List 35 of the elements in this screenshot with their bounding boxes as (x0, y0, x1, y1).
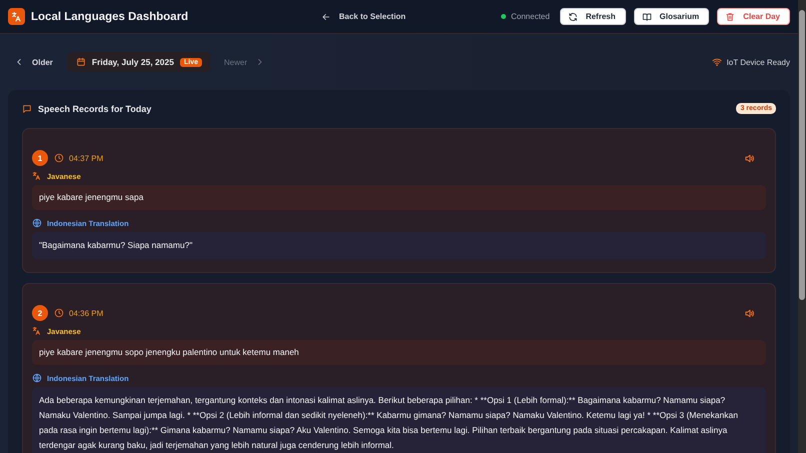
scrollbar[interactable] (798, 0, 806, 453)
app-title: Local Languages Dashboard (31, 10, 188, 22)
translation-text: "Bagaimana kabarmu? Siapa namamu?" (32, 232, 766, 259)
refresh-icon (568, 12, 578, 22)
calendar-icon (76, 57, 86, 67)
app-logo-icon (8, 8, 25, 25)
arrow-left-icon (321, 12, 331, 22)
panel-title: Speech Records for Today (38, 104, 152, 114)
trash-icon (725, 12, 736, 22)
globe-icon (32, 373, 42, 383)
record-number: 2 (32, 305, 48, 321)
date-text: Friday, July 25, 2025 (92, 57, 174, 67)
record-time: 04:36 PM (69, 308, 104, 318)
status-label: Connected (511, 12, 550, 21)
book-icon (642, 12, 652, 22)
source-text: piye kabare jenengmu sopo jenengku palentino untuk ketemu maneh (32, 340, 766, 365)
refresh-button[interactable]: Refresh (560, 8, 626, 25)
clock-icon (54, 153, 64, 163)
record-number: 1 (32, 150, 48, 166)
speaker-button[interactable] (744, 307, 756, 319)
clock-icon (54, 308, 64, 318)
wifi-icon (712, 57, 722, 67)
device-status: IoT Device Ready (726, 58, 790, 66)
record-time: 04:37 PM (69, 154, 104, 162)
older-link[interactable]: Older (14, 57, 61, 67)
clear-day-button[interactable]: Clear Day (717, 8, 790, 25)
glossary-button[interactable]: Glosarium (634, 8, 710, 25)
globe-icon (32, 218, 42, 228)
translation-text: Ada beberapa kemungkinan terjemahan, tergantung konteks dan intonasi kalimat aslinya. Berikut beberapa pilihan: * **Opsi 1 (Lebih formal):** Bagaimana kabarmu? Namamu siapa? Namaku Valentino. Sampai jumpa lagi. * **Opsi 2 (Lebih informal dan sedikit nyeleneh):** Kabarmu gimana? Namamu siapa? Namaku Valentino. Ketemu lagi ya! * **Opsi 3 (Menekankan pada rasa ingin bertemu lagi):** Gimana kabarmu? Namamu siapa? Aku Valentino. Semoga kita bisa bertemu lagi. Pilihan terbaik bergantung pada situasi percakapan. Kalimat aslinya terdengar agak kurang baku, jadi terjemahan yang lebih natural juga cenderung lebih informal. (32, 387, 766, 453)
translate-icon (32, 171, 42, 181)
source-text: piye kabare jenengmu sapa (32, 185, 766, 210)
translate-icon (32, 326, 42, 336)
speaker-button[interactable] (744, 152, 756, 164)
back-link[interactable]: Back to Selection (321, 12, 406, 22)
chat-bubble-icon (22, 104, 32, 114)
